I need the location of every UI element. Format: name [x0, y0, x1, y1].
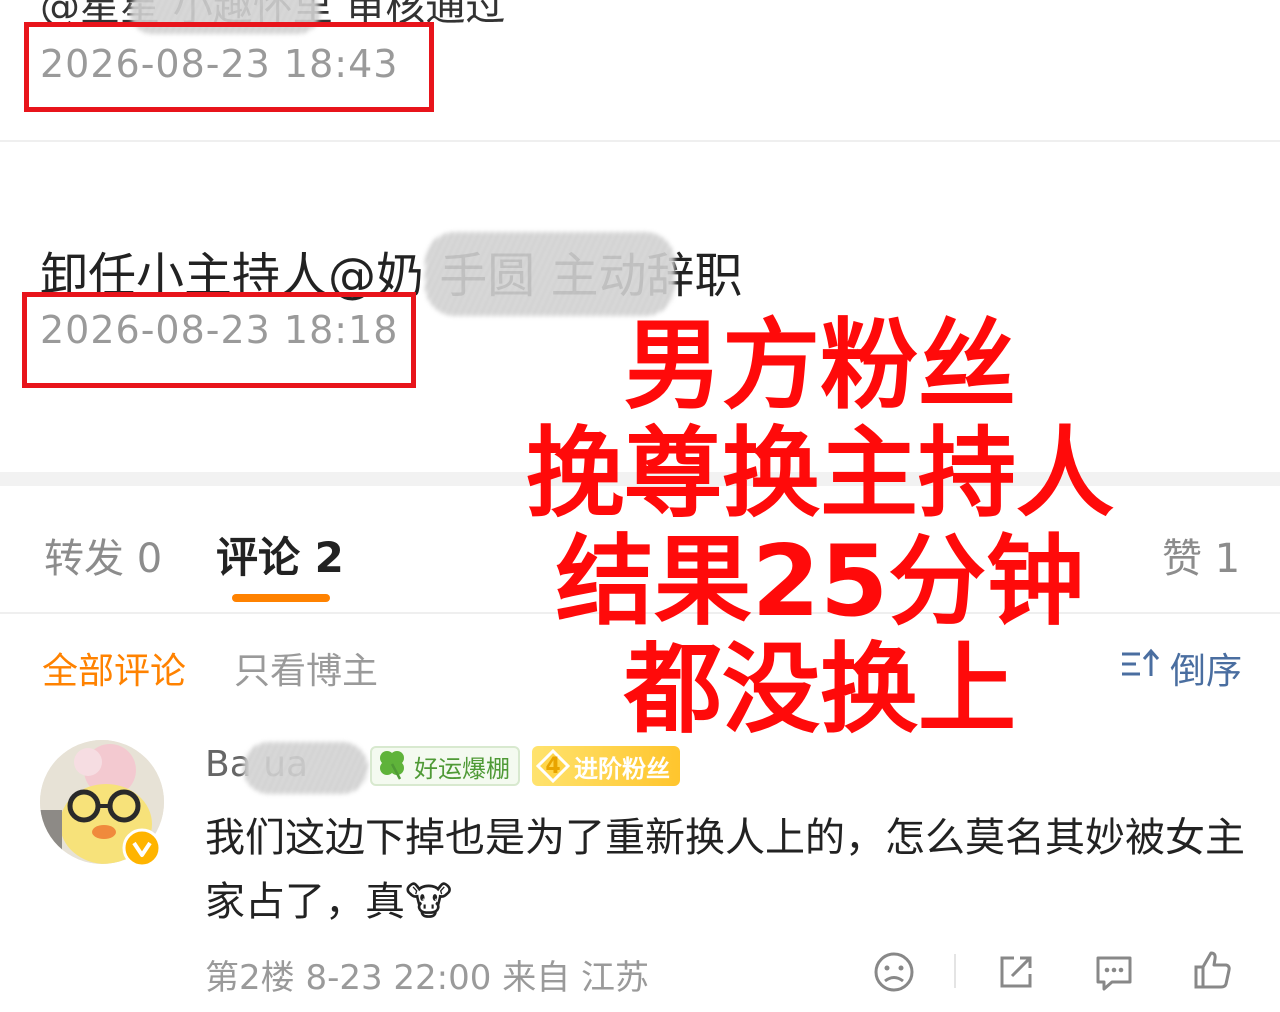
overlay-line: 都没换上 [623, 633, 1016, 747]
divider [0, 140, 1280, 142]
comment-body: 我们这边下掉也是为了重新换人上的，怎么莫名其妙被女主家占了，真🐮 [205, 815, 1245, 925]
redaction-scribble [425, 232, 675, 316]
highlight-box [24, 22, 434, 112]
filter-all-comments[interactable]: 全部评论 [42, 642, 186, 694]
share-icon[interactable] [994, 950, 1038, 994]
redaction-scribble [243, 742, 368, 794]
lucky-badge-label: 好运爆棚 [414, 754, 510, 783]
tab-likes[interactable]: 赞 1 [1162, 526, 1240, 584]
lucky-badge[interactable]: 好运爆棚 [370, 746, 520, 786]
tab-comments[interactable]: 评论 2 [216, 524, 344, 585]
thumbs-up-icon[interactable] [1190, 948, 1234, 992]
overlay-annotation: 男方粉丝 挽尊换主持人 结果25分钟 都没换上 [500, 312, 1140, 744]
fan-level-diamond-icon: 4 [536, 749, 570, 783]
tab-repost[interactable]: 转发 0 [44, 526, 162, 584]
verified-badge-icon [122, 828, 162, 868]
highlight-box [22, 292, 416, 388]
fan-level-label: 进阶粉丝 [574, 754, 670, 783]
filter-blogger-only[interactable]: 只看博主 [234, 642, 378, 694]
sad-face-icon[interactable] [872, 950, 916, 994]
comment-meta: 第2楼 8-23 22:00 来自 江苏 [205, 958, 650, 998]
overlay-line: 挽尊换主持人 [525, 417, 1114, 531]
comment-icon[interactable] [1092, 950, 1136, 994]
clover-icon [376, 748, 408, 784]
sort-order-button[interactable]: 倒序 [1170, 642, 1242, 694]
divider [954, 954, 956, 988]
overlay-line: 男方粉丝 [623, 309, 1016, 423]
overlay-line: 结果25分钟 [555, 525, 1085, 639]
fan-level-badge[interactable]: 4 进阶粉丝 [532, 746, 680, 786]
fan-level-number: 4 [545, 753, 561, 779]
active-tab-indicator [232, 594, 330, 602]
